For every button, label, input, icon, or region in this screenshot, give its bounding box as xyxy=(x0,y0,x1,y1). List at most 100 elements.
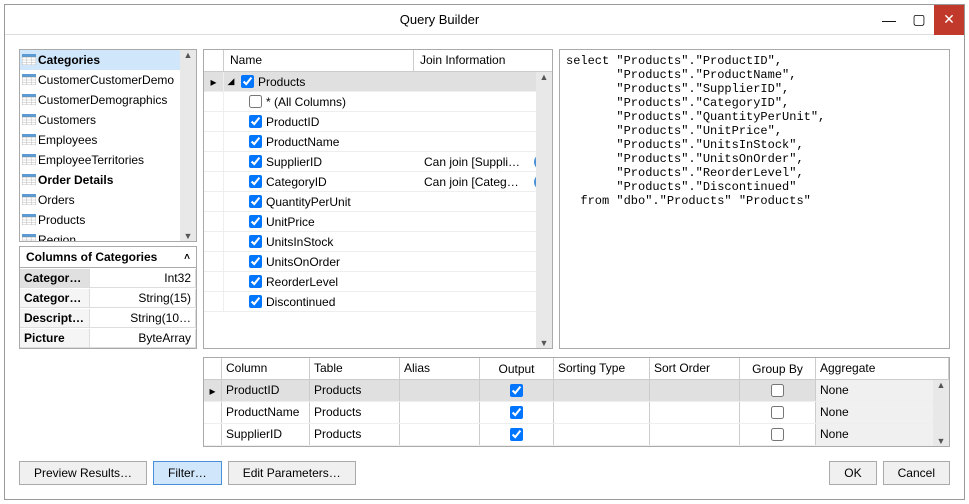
minimize-button[interactable]: — xyxy=(874,5,904,35)
field-row[interactable]: SupplierIDCan join [Suppli…+ xyxy=(204,152,552,172)
output-checkbox[interactable] xyxy=(510,428,523,441)
ok-button[interactable]: OK xyxy=(829,461,876,485)
output-checkbox[interactable] xyxy=(510,384,523,397)
table-icon xyxy=(22,194,36,206)
output-checkbox[interactable] xyxy=(510,406,523,419)
table-row[interactable]: EmployeeTerritories xyxy=(20,150,180,170)
field-row[interactable]: UnitsInStock xyxy=(204,232,552,252)
field-checkbox[interactable] xyxy=(249,255,262,268)
tables-scrollbar[interactable]: ▲▼ xyxy=(180,50,196,241)
sql-preview: select "Products"."ProductID", "Products… xyxy=(559,49,950,349)
field-checkbox[interactable] xyxy=(249,135,262,148)
groupby-checkbox[interactable] xyxy=(771,428,784,441)
table-row[interactable]: Order Details xyxy=(20,170,180,190)
groupby-checkbox[interactable] xyxy=(771,384,784,397)
field-row[interactable]: UnitsOnOrder xyxy=(204,252,552,272)
table-icon xyxy=(22,234,36,241)
hdr-aggregate: Aggregate xyxy=(816,358,949,379)
table-row[interactable]: Orders xyxy=(20,190,180,210)
field-row[interactable]: ProductID xyxy=(204,112,552,132)
close-button[interactable]: ✕ xyxy=(934,5,964,35)
field-label: UnitPrice xyxy=(264,215,424,229)
fields-scrollbar[interactable]: ▲▼ xyxy=(536,72,552,348)
table-row[interactable]: Products xyxy=(20,210,180,230)
groupby-checkbox[interactable] xyxy=(771,406,784,419)
expand-icon[interactable]: ◢ xyxy=(224,76,238,87)
table-row[interactable]: CustomerCustomerDemo xyxy=(20,70,180,90)
field-row[interactable]: ReorderLevel xyxy=(204,272,552,292)
hdr-sort-order: Sort Order xyxy=(650,358,740,379)
cell-sorting-type[interactable] xyxy=(554,402,650,423)
cancel-button[interactable]: Cancel xyxy=(883,461,950,485)
field-checkbox[interactable] xyxy=(249,175,262,188)
join-info: Can join [Categ… xyxy=(424,175,532,189)
field-row[interactable]: * (All Columns) xyxy=(204,92,552,112)
output-grid[interactable]: Column Table Alias Output Sorting Type S… xyxy=(203,357,950,447)
columns-panel: Columns of Categories ˄ Categor…Int32Cat… xyxy=(19,246,197,349)
field-checkbox[interactable] xyxy=(249,275,262,288)
table-icon xyxy=(22,154,36,166)
field-checkbox[interactable] xyxy=(249,195,262,208)
cell-sort-order[interactable] xyxy=(650,380,740,401)
column-info-row[interactable]: Categor…String(15) xyxy=(20,288,196,308)
cell-column: ProductID xyxy=(222,380,310,401)
field-checkbox[interactable] xyxy=(241,75,254,88)
maximize-button[interactable]: ▢ xyxy=(904,5,934,35)
field-checkbox[interactable] xyxy=(249,215,262,228)
preview-results-button[interactable]: Preview Results… xyxy=(19,461,147,485)
field-checkbox[interactable] xyxy=(249,235,262,248)
column-type: Int32 xyxy=(90,269,196,288)
field-checkbox[interactable] xyxy=(249,115,262,128)
cell-sort-order[interactable] xyxy=(650,402,740,423)
field-row[interactable]: ▸◢Products xyxy=(204,72,552,92)
column-name: Categor… xyxy=(20,289,90,308)
cell-alias[interactable] xyxy=(400,380,480,401)
output-row[interactable]: ▸ProductIDProductsNone xyxy=(204,380,949,402)
filter-button[interactable]: Filter… xyxy=(153,461,222,485)
row-indicator xyxy=(204,424,222,445)
column-info-row[interactable]: PictureByteArray xyxy=(20,328,196,348)
row-indicator xyxy=(204,92,224,111)
field-label: UnitsOnOrder xyxy=(264,255,424,269)
row-indicator xyxy=(204,292,224,311)
cell-sort-order[interactable] xyxy=(650,424,740,445)
field-label: UnitsInStock xyxy=(264,235,424,249)
collapse-icon[interactable]: ˄ xyxy=(184,252,190,263)
cell-aggregate[interactable]: None xyxy=(816,424,949,445)
output-row[interactable]: ProductNameProductsNone xyxy=(204,402,949,424)
table-name: Order Details xyxy=(38,173,113,187)
table-row[interactable]: Region xyxy=(20,230,180,241)
table-name: Orders xyxy=(38,193,75,207)
table-row[interactable]: Categories xyxy=(20,50,180,70)
field-row[interactable]: CategoryIDCan join [Categ…+ xyxy=(204,172,552,192)
field-checkbox[interactable] xyxy=(249,295,262,308)
field-row[interactable]: Discontinued xyxy=(204,292,552,312)
edit-parameters-button[interactable]: Edit Parameters… xyxy=(228,461,356,485)
field-checkbox[interactable] xyxy=(249,155,262,168)
cell-alias[interactable] xyxy=(400,424,480,445)
cell-sorting-type[interactable] xyxy=(554,424,650,445)
table-row[interactable]: Employees xyxy=(20,130,180,150)
field-label: QuantityPerUnit xyxy=(264,195,424,209)
output-row[interactable]: SupplierIDProductsNone xyxy=(204,424,949,446)
row-indicator xyxy=(204,192,224,211)
cell-sorting-type[interactable] xyxy=(554,380,650,401)
cell-alias[interactable] xyxy=(400,402,480,423)
output-scrollbar[interactable]: ▲▼ xyxy=(933,380,949,446)
cell-aggregate[interactable]: None xyxy=(816,380,949,401)
row-indicator: ▸ xyxy=(204,72,224,91)
cell-table: Products xyxy=(310,380,400,401)
field-row[interactable]: ProductName xyxy=(204,132,552,152)
column-info-row[interactable]: Descript…String(10… xyxy=(20,308,196,328)
field-checkbox[interactable] xyxy=(249,95,262,108)
table-row[interactable]: CustomerDemographics xyxy=(20,90,180,110)
column-info-row[interactable]: Categor…Int32 xyxy=(20,268,196,288)
cell-table: Products xyxy=(310,424,400,445)
column-name: Picture xyxy=(20,329,90,348)
cell-aggregate[interactable]: None xyxy=(816,402,949,423)
tables-list[interactable]: CategoriesCustomerCustomerDemoCustomerDe… xyxy=(19,49,197,242)
table-row[interactable]: Customers xyxy=(20,110,180,130)
field-row[interactable]: QuantityPerUnit xyxy=(204,192,552,212)
field-row[interactable]: UnitPrice xyxy=(204,212,552,232)
column-type: ByteArray xyxy=(90,329,196,348)
